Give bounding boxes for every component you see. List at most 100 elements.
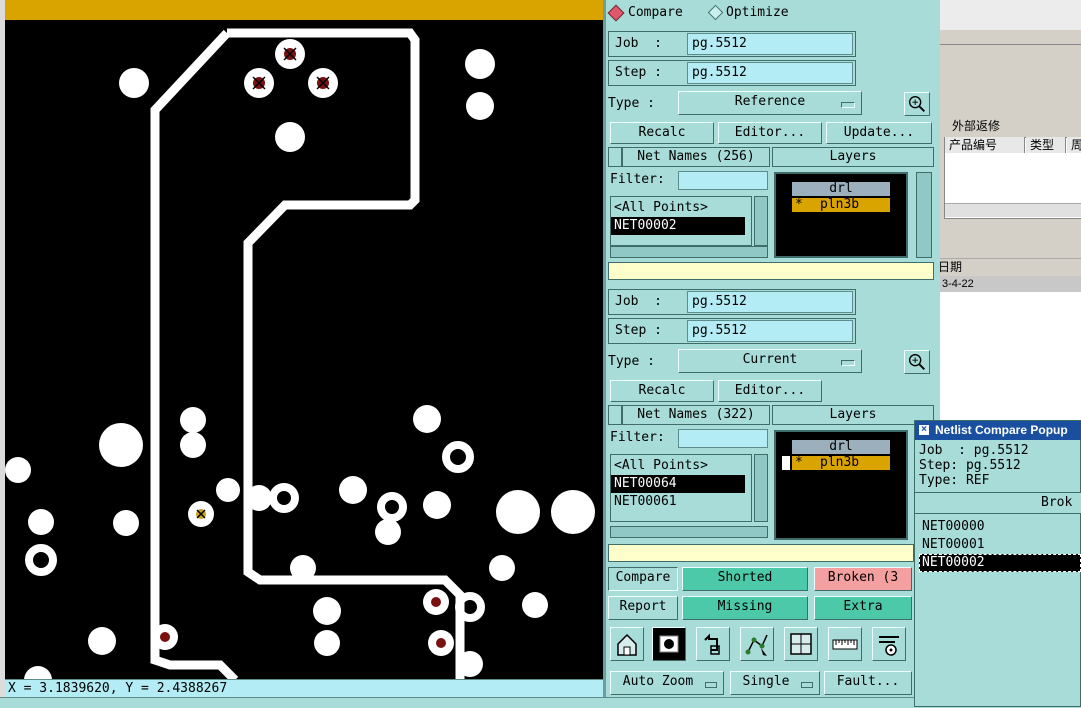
list-item[interactable]: <All Points> xyxy=(611,457,751,475)
ref-update-button[interactable]: Update... xyxy=(826,122,932,144)
cur-step-row: Step : pg.5512 xyxy=(608,318,856,344)
ref-step-label: Step : xyxy=(615,65,662,80)
mode-label-optimize: Optimize xyxy=(726,5,789,20)
cur-job-row: Job : pg.5512 xyxy=(608,289,856,315)
route-select-icon[interactable] xyxy=(740,627,774,661)
ref-layers-header[interactable]: Layers xyxy=(772,147,934,167)
pad xyxy=(339,476,367,504)
single-dropdown[interactable]: Single xyxy=(730,671,820,695)
home-icon[interactable] xyxy=(610,627,644,661)
cur-editor-button[interactable]: Editor... xyxy=(718,380,822,402)
popup-job: Job : pg.5512 xyxy=(919,443,1029,458)
ref-net-hscrollbar[interactable] xyxy=(610,246,768,258)
cur-net-list[interactable]: <All Points> NET00064 NET00061 xyxy=(610,454,752,522)
cur-layers-header[interactable]: Layers xyxy=(772,405,934,425)
pad xyxy=(246,485,272,511)
bg-table-col: 周 xyxy=(1067,137,1081,153)
layer-row-drl[interactable]: drl xyxy=(792,440,890,454)
bg-window-line xyxy=(940,44,1081,45)
ref-zoom-button[interactable] xyxy=(904,92,930,116)
list-item[interactable]: <All Points> xyxy=(611,199,751,217)
fault-button[interactable]: Fault... xyxy=(824,671,912,695)
camera-icon[interactable] xyxy=(652,627,686,661)
pad xyxy=(119,68,149,98)
undo-icon[interactable] xyxy=(696,627,730,661)
bg-table-scrollbar[interactable] xyxy=(945,203,1081,217)
cur-step-input[interactable]: pg.5512 xyxy=(687,320,853,342)
ref-layer-list[interactable]: drl * pln3b xyxy=(774,172,908,258)
pad xyxy=(457,651,483,677)
layer-row-pln3b[interactable]: * pln3b xyxy=(792,198,890,212)
mode-label-compare: Compare xyxy=(628,5,683,20)
zoom-icon xyxy=(908,353,925,370)
popup-column-header[interactable]: Brok xyxy=(915,492,1081,514)
cur-type-value: Current xyxy=(742,352,798,367)
auto-zoom-label: Auto Zoom xyxy=(622,674,694,689)
cur-type-dropdown[interactable]: Current xyxy=(678,349,862,373)
ref-editor-button[interactable]: Editor... xyxy=(718,122,822,144)
ref-filter-label: Filter: xyxy=(610,172,665,187)
ref-type-value: Reference xyxy=(734,94,806,109)
report-button[interactable]: Report xyxy=(608,596,678,620)
ref-filter-input[interactable] xyxy=(678,171,768,190)
cur-message-bar xyxy=(608,544,914,562)
popup-step: Step: pg.5512 xyxy=(919,458,1021,473)
ref-net-scrollbar[interactable] xyxy=(754,196,768,246)
broken-button[interactable]: Broken (3 xyxy=(814,567,912,591)
ref-job-input[interactable]: pg.5512 xyxy=(687,33,853,55)
pad xyxy=(216,478,240,502)
compare-button[interactable]: Compare xyxy=(608,567,678,591)
popup-list[interactable]: NET00000 NET00001 NET00002 xyxy=(919,518,1081,572)
bg-group-label: 外部返修 xyxy=(950,117,1003,134)
cur-job-input[interactable]: pg.5512 xyxy=(687,291,853,313)
cur-type-label: Type : xyxy=(608,354,655,369)
ref-type-dropdown[interactable]: Reference xyxy=(678,91,862,115)
list-item[interactable]: NET00001 xyxy=(919,536,1081,554)
cur-netnames-header[interactable]: Net Names (322) xyxy=(622,405,770,425)
pcb-canvas[interactable] xyxy=(5,0,603,680)
pad xyxy=(522,592,548,618)
list-item[interactable]: NET00061 xyxy=(611,493,751,511)
ref-message-bar xyxy=(608,262,934,280)
ref-step-input[interactable]: pg.5512 xyxy=(687,62,853,84)
cur-net-hscrollbar[interactable] xyxy=(610,526,768,538)
ref-netnames-header[interactable]: Net Names (256) xyxy=(622,147,770,167)
cur-filter-input[interactable] xyxy=(678,429,768,448)
cur-zoom-button[interactable] xyxy=(904,350,930,374)
auto-zoom-dropdown[interactable]: Auto Zoom xyxy=(610,671,724,695)
layer-checkbox[interactable] xyxy=(782,456,790,470)
ref-recalc-button[interactable]: Recalc xyxy=(610,122,714,144)
list-item[interactable]: NET00002 xyxy=(611,217,745,235)
ref-layer-scrollbar[interactable] xyxy=(916,172,932,258)
dropdown-icon xyxy=(801,682,813,688)
ref-net-list[interactable]: <All Points> NET00002 xyxy=(610,196,752,246)
pad xyxy=(180,432,206,458)
settings-tools-icon[interactable] xyxy=(872,627,906,661)
shorted-button[interactable]: Shorted xyxy=(682,567,808,591)
extra-button[interactable]: Extra xyxy=(814,596,912,620)
list-item[interactable]: NET00064 xyxy=(611,475,745,493)
popup-title-bar[interactable]: × Netlist Compare Popup xyxy=(915,421,1081,440)
cur-layer-list[interactable]: drl * pln3b xyxy=(774,430,908,540)
mode-radio-compare[interactable]: Compare xyxy=(607,4,710,22)
popup-close-icon[interactable]: × xyxy=(919,425,929,435)
pcb-drawing[interactable] xyxy=(5,0,603,680)
ring-pad xyxy=(455,592,485,622)
missing-button[interactable]: Missing xyxy=(682,596,808,620)
mode-radio-optimize[interactable]: Optimize xyxy=(707,4,818,22)
layer-row-drl[interactable]: drl xyxy=(792,182,890,196)
pad xyxy=(413,405,441,433)
list-item[interactable]: NET00000 xyxy=(919,518,1081,536)
bg-date-header: 日期 xyxy=(938,260,963,274)
window-icon[interactable] xyxy=(784,627,818,661)
layer-row-pln3b[interactable]: * pln3b xyxy=(792,456,890,470)
list-item[interactable]: NET00002 xyxy=(919,554,1081,572)
ruler-icon[interactable] xyxy=(828,627,862,661)
drill-mark xyxy=(431,597,441,607)
pad xyxy=(423,491,451,519)
cur-net-scrollbar[interactable] xyxy=(754,454,768,522)
cur-recalc-button[interactable]: Recalc xyxy=(610,380,714,402)
drill-mark xyxy=(160,632,170,642)
pad xyxy=(375,519,401,545)
radio-unselected-icon xyxy=(707,4,724,21)
